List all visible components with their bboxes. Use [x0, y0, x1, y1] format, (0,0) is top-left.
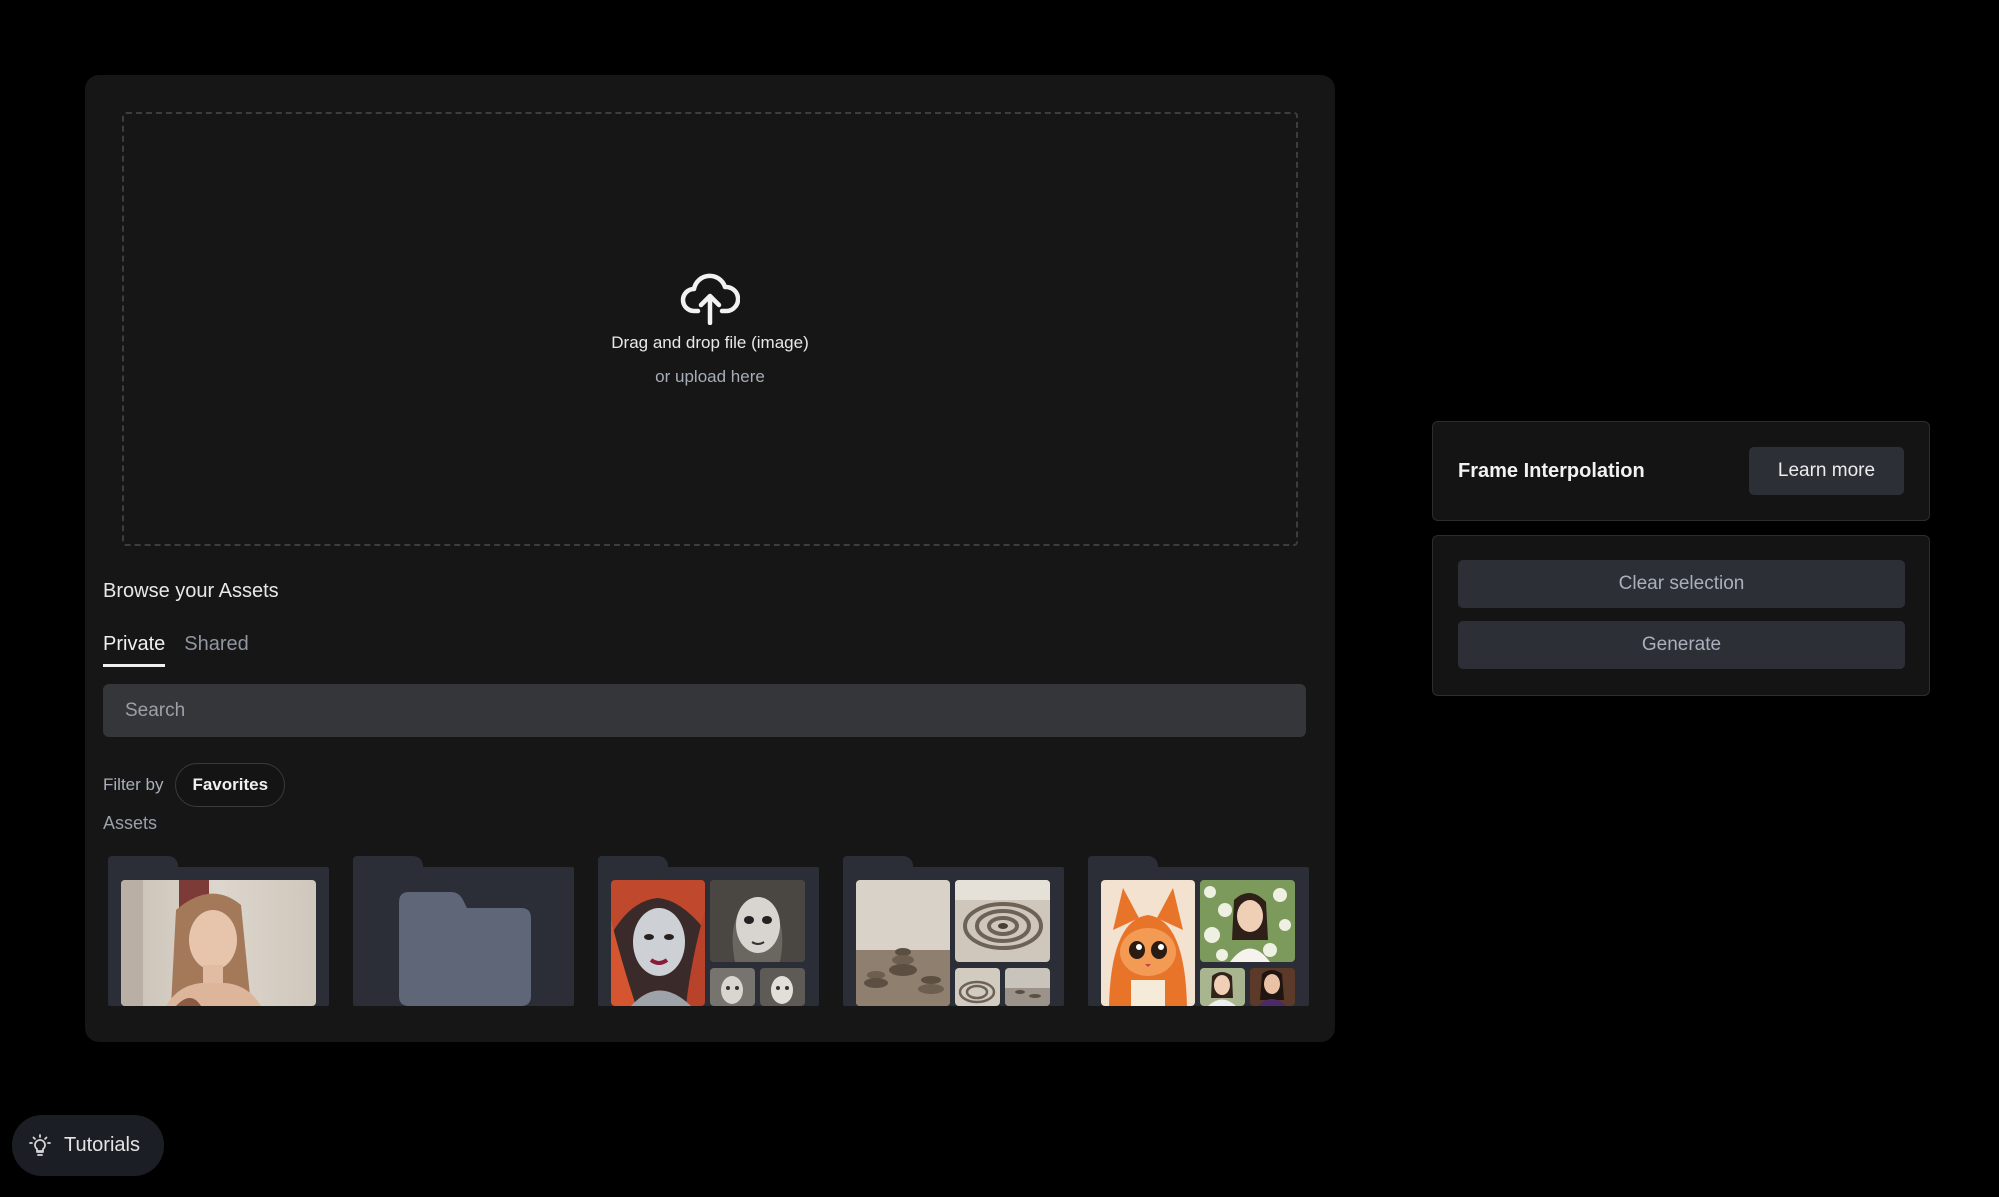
clear-selection-button[interactable]: Clear selection: [1458, 560, 1905, 608]
asset-tabs: Private Shared: [103, 633, 249, 667]
tab-private[interactable]: Private: [103, 633, 166, 667]
learn-more-button[interactable]: Learn more: [1749, 447, 1904, 495]
stone-stack-thumbnail: [856, 880, 950, 1006]
tutorials-button[interactable]: Tutorials: [12, 1115, 164, 1176]
small-face-thumbnail: [710, 968, 755, 1006]
upload-title: Drag and drop file (image): [611, 333, 809, 352]
fantasy-portrait-thumbnail: [611, 880, 705, 1006]
search-input[interactable]: [125, 699, 1306, 722]
asset-folder[interactable]: [598, 856, 819, 1006]
zen-spiral-thumbnail: [955, 880, 1050, 962]
small-face-thumbnail: [760, 968, 805, 1006]
tab-shared[interactable]: Shared: [184, 633, 249, 667]
asset-folder[interactable]: [353, 856, 574, 1006]
search-bar[interactable]: [103, 684, 1306, 737]
filter-label: Filter by: [103, 775, 164, 794]
action-card: Clear selection Generate: [1432, 535, 1930, 696]
cartoon-cat-thumbnail: [1101, 880, 1195, 1006]
girl-flowers-thumbnail: [1200, 880, 1295, 962]
asset-folder[interactable]: [108, 856, 329, 1006]
upload-subtitle[interactable]: or upload here: [655, 367, 765, 387]
tutorials-label: Tutorials: [64, 1134, 140, 1156]
assets-panel: Drag and drop file (image) or upload her…: [85, 75, 1335, 1042]
asset-folder[interactable]: [1088, 856, 1309, 1006]
grey-face-thumbnail: [710, 880, 805, 962]
favorites-filter-chip[interactable]: Favorites: [175, 763, 286, 807]
lightbulb-icon: [29, 1133, 51, 1156]
generate-button[interactable]: Generate: [1458, 621, 1905, 669]
upload-dropzone[interactable]: Drag and drop file (image) or upload her…: [122, 112, 1298, 546]
beach-thumbnail: [1005, 968, 1050, 1006]
frame-interpolation-card: Frame Interpolation Learn more: [1432, 421, 1930, 521]
folder-icon: [399, 892, 531, 1006]
filter-row: Filter by Favorites: [103, 763, 286, 807]
cloud-upload-icon: [680, 273, 740, 325]
assets-section-label: Assets: [103, 813, 158, 833]
portrait-thumbnail: [121, 880, 316, 1006]
browse-assets-heading: Browse your Assets: [103, 580, 279, 602]
girl-portrait-thumbnail: [1200, 968, 1245, 1006]
girl-portrait-thumbnail: [1250, 968, 1295, 1006]
asset-folder[interactable]: [843, 856, 1064, 1006]
zen-spiral-thumbnail: [955, 968, 1000, 1006]
frame-interpolation-title: Frame Interpolation: [1458, 460, 1645, 482]
